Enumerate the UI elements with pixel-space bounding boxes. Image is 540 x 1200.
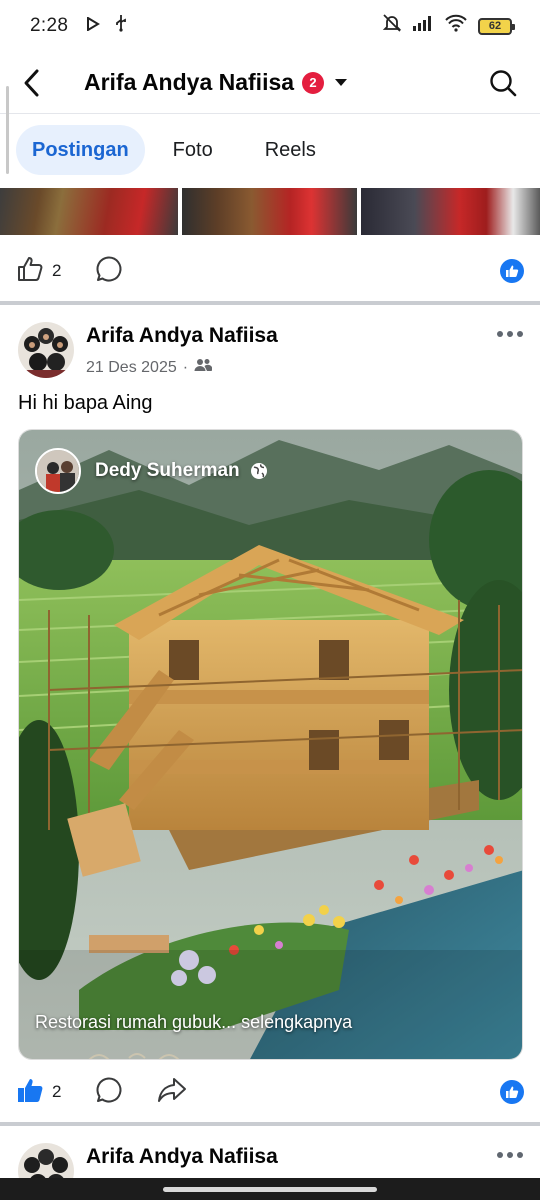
- signal-icon: [412, 15, 434, 37]
- back-arrow-icon: [24, 69, 39, 96]
- more-dots-icon: [497, 331, 523, 337]
- system-nav-bar: [0, 1178, 540, 1200]
- usb-icon: [114, 14, 128, 38]
- comment-icon: [97, 255, 122, 281]
- previous-post-photos: [0, 188, 540, 235]
- battery-icon: 62: [478, 17, 515, 35]
- owner-avatar[interactable]: [35, 448, 81, 494]
- post-divider: [0, 1122, 540, 1126]
- post-photo[interactable]: [182, 188, 357, 235]
- tab-postingan[interactable]: Postingan: [16, 125, 145, 175]
- post-photo[interactable]: [361, 188, 540, 235]
- post-text: Hi hi bapa Aing: [18, 392, 153, 414]
- like-reaction-icon[interactable]: [500, 1080, 524, 1104]
- scroll-indicator: [6, 86, 9, 174]
- post-header: Arifa Andya Nafiisa 21 Des 2025 ·: [18, 322, 528, 378]
- comment-icon: [97, 1076, 122, 1102]
- post-date[interactable]: 21 Des 2025: [86, 359, 177, 377]
- more-dots-icon: [497, 1152, 523, 1158]
- shared-owner-name[interactable]: Dedy Suherman: [95, 460, 240, 482]
- play-icon: [86, 15, 101, 37]
- comment-button[interactable]: [95, 1076, 123, 1109]
- like-count: 2: [52, 1082, 62, 1101]
- comment-button[interactable]: [95, 255, 123, 288]
- share-icon: [158, 1077, 187, 1102]
- like-reaction-icon[interactable]: [500, 259, 524, 283]
- like-button[interactable]: [16, 1076, 44, 1109]
- more-options-button[interactable]: [496, 322, 524, 340]
- shared-post-image: [19, 430, 522, 1059]
- home-gesture-bar[interactable]: [163, 1186, 377, 1192]
- like-button[interactable]: [16, 255, 44, 288]
- post-date-row: 21 Des 2025 ·: [86, 358, 278, 377]
- post-photo[interactable]: [0, 188, 178, 235]
- tab-reels[interactable]: Reels: [249, 125, 332, 175]
- shared-post-card[interactable]: Dedy Suherman Restorasi rumah gubuk... s…: [18, 429, 523, 1060]
- mute-icon: [382, 13, 402, 39]
- status-bar: 2:28 62: [0, 0, 540, 52]
- date-separator: ·: [182, 358, 189, 376]
- back-button[interactable]: [0, 52, 64, 114]
- shared-owner: Dedy Suherman: [35, 448, 268, 494]
- wifi-icon: [444, 14, 468, 38]
- profile-header: Arifa Andya Nafiisa 2: [0, 52, 540, 114]
- notification-badge: 2: [302, 71, 325, 94]
- thumbs-up-filled-icon: [18, 1078, 43, 1102]
- previous-post-actions: 2: [0, 238, 540, 304]
- search-icon: [490, 69, 517, 96]
- post-author-name[interactable]: Arifa Andya Nafiisa: [86, 322, 278, 350]
- profile-tabs: Postingan Foto Reels: [16, 124, 332, 176]
- caret-down-icon[interactable]: [334, 78, 348, 88]
- post-actions: 2: [0, 1059, 540, 1125]
- friends-audience-icon: [194, 358, 213, 377]
- status-time: 2:28: [30, 15, 69, 36]
- like-count: 2: [52, 261, 62, 280]
- post-divider: [0, 301, 540, 305]
- shared-caption[interactable]: Restorasi rumah gubuk... selengkapnya: [35, 1012, 352, 1033]
- post-author-name[interactable]: Arifa Andya Nafiisa: [86, 1143, 278, 1171]
- search-button[interactable]: [488, 68, 518, 98]
- globe-icon: [250, 462, 268, 480]
- tab-foto[interactable]: Foto: [157, 125, 229, 175]
- header-title[interactable]: Arifa Andya Nafiisa: [84, 69, 294, 96]
- author-avatar[interactable]: [18, 322, 74, 378]
- thumbs-up-outline-icon: [18, 256, 43, 281]
- more-options-button[interactable]: [496, 1143, 524, 1161]
- share-button[interactable]: [157, 1076, 187, 1109]
